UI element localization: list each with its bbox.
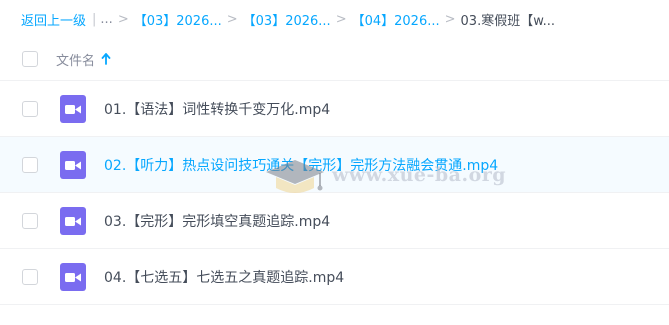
chevron-right-icon: > [117, 11, 129, 27]
column-filename[interactable]: 文件名 [56, 50, 111, 69]
list-item[interactable]: 03.【完形】完形填空真题追踪.mp4 [0, 193, 669, 249]
breadcrumb-ellipsis[interactable]: ... [100, 12, 112, 27]
breadcrumb-divider: | [92, 11, 97, 27]
select-all-checkbox[interactable] [22, 51, 38, 67]
row-checkbox[interactable] [22, 268, 38, 285]
video-file-icon [60, 150, 86, 179]
list-header: 文件名 [0, 38, 669, 81]
video-file-icon [60, 206, 86, 235]
file-name[interactable]: 04.【七选五】七选五之真题追踪.mp4 [104, 267, 344, 287]
row-checkbox[interactable] [22, 100, 38, 117]
row-checkbox[interactable] [22, 156, 38, 173]
file-name[interactable]: 01.【语法】词性转换千变万化.mp4 [104, 99, 330, 119]
column-filename-label: 文件名 [56, 53, 96, 69]
breadcrumb-item-3[interactable]: 【04】2026... [352, 10, 440, 29]
file-name[interactable]: 02.【听力】热点设问技巧通关【完形】完形方法融会贯通.mp4 [104, 155, 498, 175]
breadcrumb-item-2[interactable]: 【03】2026... [243, 10, 331, 29]
breadcrumb-item-1[interactable]: 【03】2026... [134, 10, 222, 29]
video-file-icon [60, 262, 86, 291]
breadcrumb-current: 03.寒假班【w... [460, 13, 556, 29]
file-name[interactable]: 03.【完形】完形填空真题追踪.mp4 [104, 211, 330, 231]
list-item[interactable]: 02.【听力】热点设问技巧通关【完形】完形方法融会贯通.mp4 [0, 137, 669, 193]
list-item[interactable]: 04.【七选五】七选五之真题追踪.mp4 [0, 249, 669, 305]
chevron-right-icon: > [444, 11, 456, 27]
chevron-right-icon: > [226, 11, 238, 27]
chevron-right-icon: > [335, 11, 347, 27]
video-file-icon [60, 94, 86, 123]
breadcrumb: 返回上一级 | ... > 【03】2026... > 【03】2026... … [21, 0, 661, 38]
row-checkbox[interactable] [22, 212, 38, 229]
back-link[interactable]: 返回上一级 [21, 10, 86, 29]
list-item[interactable]: 01.【语法】词性转换千变万化.mp4 [0, 81, 669, 137]
arrow-up-icon[interactable] [101, 53, 111, 65]
